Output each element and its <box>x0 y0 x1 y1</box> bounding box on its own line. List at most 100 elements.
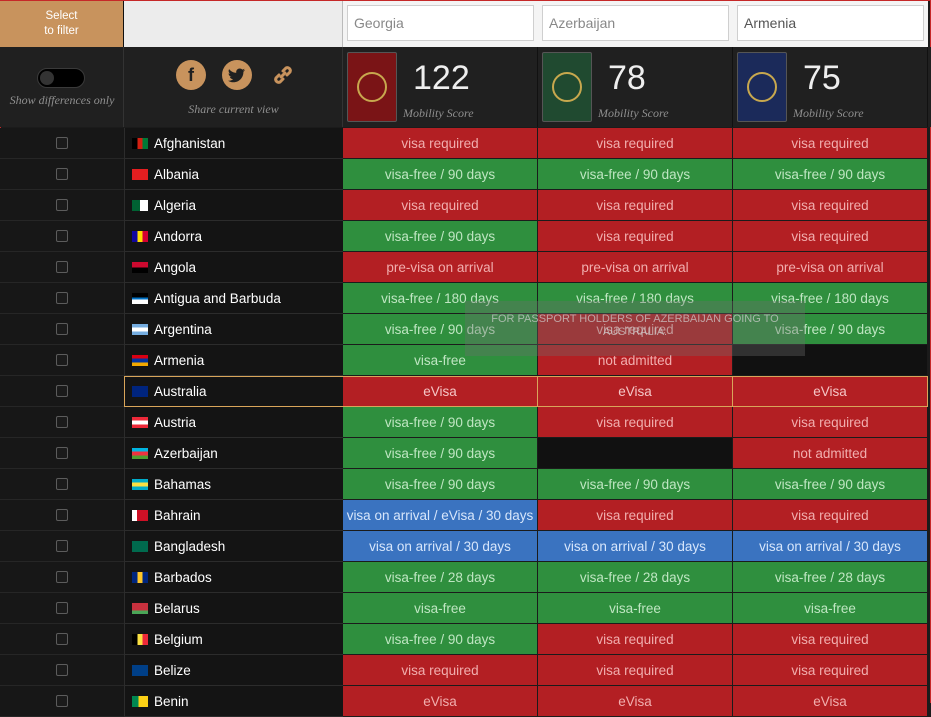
visa-status-cell[interactable]: not admitted <box>733 438 928 469</box>
visa-status-cell[interactable]: visa-free <box>538 593 733 624</box>
row-checkbox[interactable] <box>56 323 68 335</box>
row-checkbox[interactable] <box>56 602 68 614</box>
visa-status-cell[interactable]: visa required <box>343 190 538 221</box>
row-checkbox-cell <box>0 190 124 221</box>
visa-status-cell[interactable]: visa required <box>733 190 928 221</box>
passport-search-input[interactable] <box>542 5 729 41</box>
visa-status-cell[interactable]: visa required <box>733 407 928 438</box>
row-checkbox[interactable] <box>56 695 68 707</box>
visa-status-cell[interactable]: visa-free / 90 days <box>343 221 538 252</box>
visa-status-cell[interactable]: pre-visa on arrival <box>343 252 538 283</box>
visa-status-cell[interactable]: visa on arrival / 30 days <box>538 531 733 562</box>
visa-status-cell[interactable] <box>538 438 733 469</box>
table-row[interactable]: Angola pre-visa on arrival pre-visa on arr… <box>0 252 931 283</box>
table-row[interactable]: Algeria visa required visa required visa re… <box>0 190 931 221</box>
facebook-icon[interactable]: f <box>176 60 206 90</box>
visa-status-cell[interactable]: visa required <box>538 655 733 686</box>
visa-status-cell[interactable]: visa on arrival / 30 days <box>733 531 928 562</box>
visa-status-cell[interactable]: visa-free / 90 days <box>538 159 733 190</box>
visa-status-cell[interactable]: visa required <box>733 655 928 686</box>
table-row[interactable]: Belarus visa-free visa-free visa-free <box>0 593 931 624</box>
row-checkbox[interactable] <box>56 633 68 645</box>
row-checkbox[interactable] <box>56 416 68 428</box>
country-cell: Belize <box>124 655 343 686</box>
visa-status-cell[interactable]: visa-free / 90 days <box>343 407 538 438</box>
row-checkbox[interactable] <box>56 385 68 397</box>
visa-status-cell[interactable]: visa-free / 90 days <box>343 438 538 469</box>
row-checkbox-cell <box>0 624 124 655</box>
table-row[interactable]: Afghanistan visa required visa required vis… <box>0 128 931 159</box>
row-checkbox[interactable] <box>56 292 68 304</box>
passport-image <box>347 52 397 122</box>
country-cell: Belarus <box>124 593 343 624</box>
visa-status-cell[interactable]: visa-free / 28 days <box>343 562 538 593</box>
visa-status-cell[interactable]: visa required <box>538 624 733 655</box>
row-checkbox[interactable] <box>56 168 68 180</box>
row-checkbox[interactable] <box>56 664 68 676</box>
row-checkbox[interactable] <box>56 354 68 366</box>
share-label: Share current view <box>188 102 279 116</box>
show-differences-toggle[interactable] <box>37 68 85 88</box>
select-to-filter-label: Select to filter <box>0 1 124 47</box>
row-checkbox[interactable] <box>56 571 68 583</box>
table-row[interactable]: Bangladesh visa on arrival / 30 days visa … <box>0 531 931 562</box>
visa-status-cell[interactable]: pre-visa on arrival <box>733 252 928 283</box>
row-checkbox[interactable] <box>56 261 68 273</box>
row-checkbox[interactable] <box>56 540 68 552</box>
visa-status-cell[interactable]: visa required <box>538 407 733 438</box>
row-checkbox-cell <box>0 314 124 345</box>
visa-status-cell[interactable]: visa required <box>733 624 928 655</box>
link-icon[interactable] <box>268 60 298 90</box>
visa-status-cell[interactable]: visa required <box>538 128 733 159</box>
visa-status-cell[interactable]: visa on arrival / 30 days <box>343 531 538 562</box>
visa-status-cell[interactable]: visa on arrival / eVisa / 30 days <box>343 500 538 531</box>
visa-status-cell[interactable]: eVisa <box>733 376 928 407</box>
row-checkbox[interactable] <box>56 447 68 459</box>
visa-status-cell[interactable]: visa-free / 90 days <box>538 469 733 500</box>
visa-status-cell[interactable]: visa-free / 90 days <box>343 624 538 655</box>
visa-status-cell[interactable]: visa required <box>538 500 733 531</box>
table-row[interactable]: Albania visa-free / 90 days visa-free / 90… <box>0 159 931 190</box>
visa-status-cell[interactable]: visa required <box>733 500 928 531</box>
table-row[interactable]: Bahamas visa-free / 90 days visa-free / 90… <box>0 469 931 500</box>
table-row[interactable]: Bahrain visa on arrival / eVisa / 30 days… <box>0 500 931 531</box>
row-checkbox-cell <box>0 531 124 562</box>
visa-status-cell[interactable]: visa required <box>343 655 538 686</box>
row-checkbox[interactable] <box>56 137 68 149</box>
visa-status-cell[interactable]: visa-free / 28 days <box>538 562 733 593</box>
passport-search-input[interactable] <box>347 5 534 41</box>
visa-status-cell[interactable]: visa-free / 90 days <box>733 159 928 190</box>
table-row[interactable]: Austria visa-free / 90 days visa required v… <box>0 407 931 438</box>
visa-status-cell[interactable]: visa-free / 90 days <box>343 159 538 190</box>
table-row[interactable]: Andorra visa-free / 90 days visa required v… <box>0 221 931 252</box>
visa-status-cell[interactable]: visa required <box>733 221 928 252</box>
table-row[interactable]: Australia eVisa eVisa eVisa <box>0 376 931 407</box>
visa-status-cell[interactable]: pre-visa on arrival <box>538 252 733 283</box>
row-checkbox[interactable] <box>56 478 68 490</box>
visa-status-cell[interactable]: eVisa <box>343 376 538 407</box>
row-checkbox[interactable] <box>56 230 68 242</box>
visa-status-cell[interactable]: visa required <box>538 221 733 252</box>
visa-status-cell[interactable]: visa required <box>733 128 928 159</box>
flag-icon <box>132 447 148 459</box>
table-row[interactable]: Barbados visa-free / 28 days visa-free / 2… <box>0 562 931 593</box>
country-name: Argentina <box>154 321 212 337</box>
visa-status-cell[interactable]: eVisa <box>538 376 733 407</box>
table-row[interactable]: Azerbaijan visa-free / 90 days not admitte… <box>0 438 931 469</box>
passport-search-2 <box>538 1 733 47</box>
visa-status-cell[interactable]: visa-free / 28 days <box>733 562 928 593</box>
table-row[interactable]: Belize visa required visa required visa req… <box>0 655 931 686</box>
country-cell: Bahrain <box>124 500 343 531</box>
twitter-icon[interactable] <box>222 60 252 90</box>
table-row[interactable]: Belgium visa-free / 90 days visa required v… <box>0 624 931 655</box>
passport-search-input[interactable] <box>737 5 924 41</box>
visa-status-cell[interactable]: visa-free <box>733 593 928 624</box>
visa-status-cell[interactable]: visa-free / 90 days <box>343 469 538 500</box>
visa-status-cell[interactable]: visa-free / 90 days <box>733 469 928 500</box>
row-checkbox[interactable] <box>56 199 68 211</box>
visa-status-cell[interactable]: visa required <box>343 128 538 159</box>
country-name: Angola <box>154 259 197 275</box>
row-checkbox[interactable] <box>56 509 68 521</box>
visa-status-cell[interactable]: visa required <box>538 190 733 221</box>
visa-status-cell[interactable]: visa-free <box>343 593 538 624</box>
